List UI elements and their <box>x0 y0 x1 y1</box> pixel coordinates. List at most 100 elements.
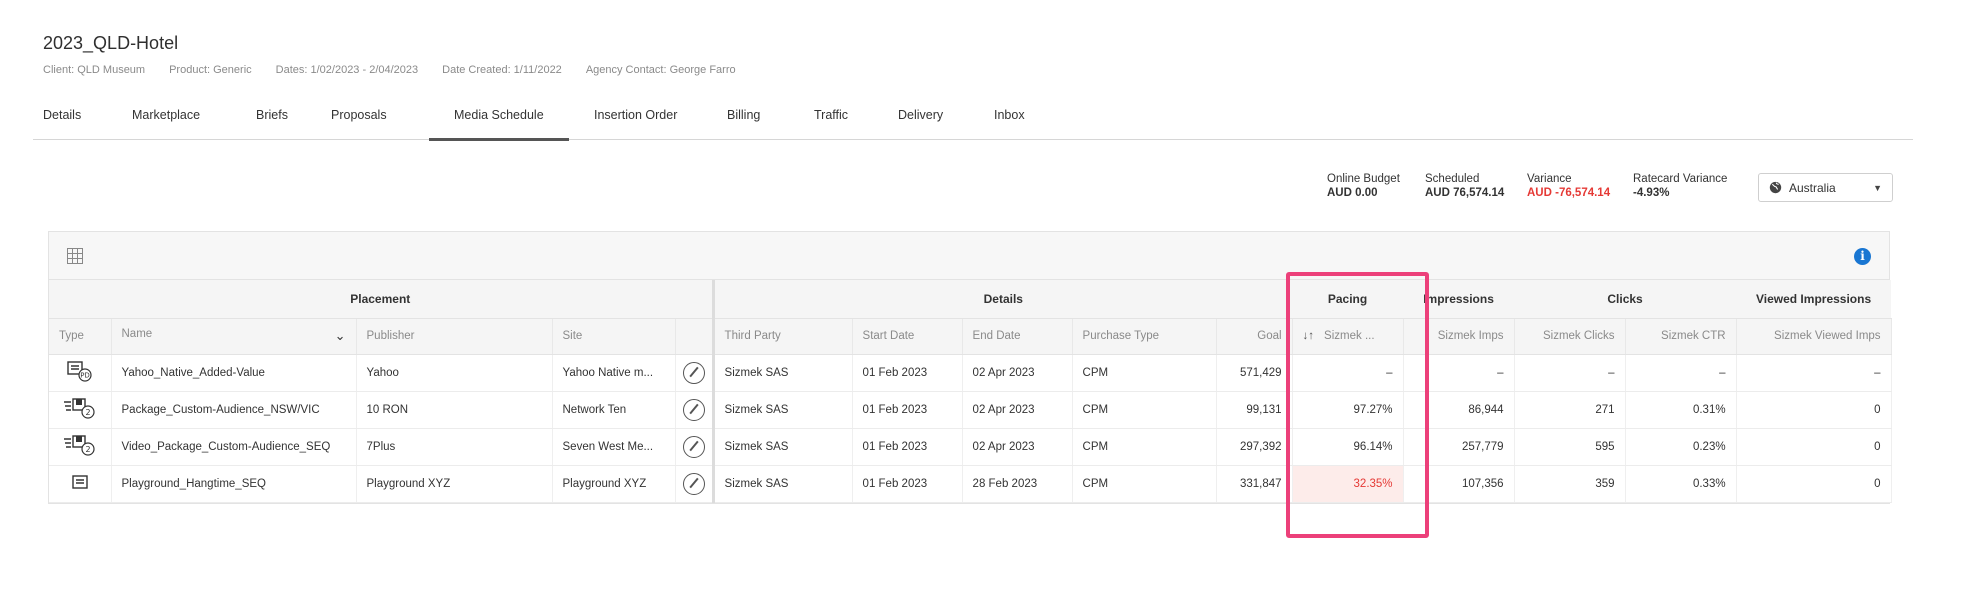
region-value: Australia <box>1789 180 1836 195</box>
group-viewed-impressions: Viewed Impressions <box>1736 280 1892 319</box>
edit-cell <box>675 465 714 503</box>
tab-details[interactable]: Details <box>33 104 122 140</box>
grid-view-icon[interactable] <box>67 248 83 264</box>
col-sizmek-imps[interactable]: Sizmek Imps <box>1403 318 1515 355</box>
col-start-date[interactable]: Start Date <box>852 318 963 355</box>
clicks-cell: – <box>1514 354 1626 392</box>
info-icon[interactable]: i <box>1854 248 1871 265</box>
purchase-type-cell: CPM <box>1072 391 1217 429</box>
goal-cell: 571,429 <box>1216 354 1293 392</box>
ctr-cell: 0.23% <box>1625 428 1737 466</box>
meta-product: Product: Generic <box>169 64 252 76</box>
start-date-cell: 01 Feb 2023 <box>852 428 963 466</box>
third-party-cell: Sizmek SAS <box>711 428 853 466</box>
summary-online-budget: Online Budget AUD 0.00 <box>1327 172 1400 200</box>
publisher-cell: 10 RON <box>356 391 553 429</box>
col-pacing[interactable]: ↓↑ Sizmek ... <box>1292 318 1404 355</box>
viewed-imps-cell: 0 <box>1736 428 1892 466</box>
dropdown-caret-icon: ▼ <box>1873 182 1882 193</box>
edit-pencil-icon[interactable] <box>682 398 705 421</box>
edit-pencil-icon[interactable] <box>682 435 705 458</box>
name-cell: Package_Custom-Audience_NSW/VIC <box>111 391 357 429</box>
col-type[interactable]: Type <box>49 318 112 355</box>
edit-cell <box>675 354 714 392</box>
panel-toolbar: i <box>49 232 1889 280</box>
sort-arrows-icon[interactable]: ↓↑ <box>1303 330 1315 342</box>
purchase-type-cell: CPM <box>1072 428 1217 466</box>
edit-pencil-icon[interactable] <box>682 361 705 384</box>
table-row[interactable]: 2 Video_Package_Custom-Audience_SEQ 7Plu… <box>49 428 1892 466</box>
tab-traffic[interactable]: Traffic <box>789 104 873 140</box>
group-impressions: Impressions <box>1403 280 1515 319</box>
pacing-cell: – <box>1292 354 1404 392</box>
column-header-row: Type Name ⌄ Publisher Site Third Party St… <box>49 318 1892 355</box>
media-schedule-panel: i Placement Details Pacing Impressions C… <box>48 231 1892 504</box>
summary-scheduled: Scheduled AUD 76,574.14 <box>1425 172 1504 200</box>
ctr-cell: – <box>1625 354 1737 392</box>
tab-billing[interactable]: Billing <box>702 104 789 140</box>
col-goal[interactable]: Goal <box>1216 318 1293 355</box>
group-pacing: Pacing <box>1292 280 1404 319</box>
imps-cell: 107,356 <box>1403 465 1515 503</box>
tab-media-schedule[interactable]: Media Schedule <box>429 104 569 141</box>
region-select[interactable]: Australia ▼ <box>1758 173 1893 202</box>
globe-icon <box>1769 181 1782 194</box>
goal-cell: 297,392 <box>1216 428 1293 466</box>
edit-pencil-icon[interactable] <box>682 472 705 495</box>
end-date-cell: 28 Feb 2023 <box>962 465 1073 503</box>
col-sizmek-viewed-imps[interactable]: Sizmek Viewed Imps <box>1736 318 1892 355</box>
col-site[interactable]: Site <box>552 318 676 355</box>
placements-table: Placement Details Pacing Impressions Cli… <box>49 280 1892 503</box>
col-name[interactable]: Name ⌄ <box>111 318 357 355</box>
publisher-cell: 7Plus <box>356 428 553 466</box>
page-title: 2023_QLD-Hotel <box>43 33 179 53</box>
col-third-party[interactable]: Third Party <box>711 318 853 355</box>
col-purchase-type[interactable]: Purchase Type <box>1072 318 1217 355</box>
meta-date-created: Date Created: 1/11/2022 <box>442 64 562 76</box>
col-end-date[interactable]: End Date <box>962 318 1073 355</box>
ctr-cell: 0.31% <box>1625 391 1737 429</box>
scheduled-label: Scheduled <box>1425 173 1480 185</box>
svg-text:PD: PD <box>80 372 90 380</box>
edit-cell <box>675 391 714 429</box>
package-2-icon: 2 <box>63 435 95 456</box>
viewed-imps-cell: – <box>1736 354 1892 392</box>
start-date-cell: 01 Feb 2023 <box>852 465 963 503</box>
col-sizmek-ctr[interactable]: Sizmek CTR <box>1625 318 1737 355</box>
meta-client: Client: QLD Museum <box>43 64 146 76</box>
tab-inbox[interactable]: Inbox <box>969 104 1049 140</box>
clicks-cell: 271 <box>1514 391 1626 429</box>
col-sizmek-clicks[interactable]: Sizmek Clicks <box>1514 318 1626 355</box>
name-cell: Video_Package_Custom-Audience_SEQ <box>111 428 357 466</box>
viewed-imps-cell: 0 <box>1736 465 1892 503</box>
variance-value: AUD -76,574.14 <box>1527 187 1611 199</box>
type-cell: PD <box>49 354 112 392</box>
goal-cell: 331,847 <box>1216 465 1293 503</box>
site-cell: Seven West Me... <box>552 428 676 466</box>
tab-delivery[interactable]: Delivery <box>873 104 969 140</box>
imps-cell: – <box>1403 354 1515 392</box>
online-budget-value: AUD 0.00 <box>1327 187 1378 199</box>
tab-proposals[interactable]: Proposals <box>321 104 429 140</box>
group-placement: Placement <box>49 280 714 319</box>
col-publisher[interactable]: Publisher <box>356 318 553 355</box>
type-cell: 2 <box>49 391 112 429</box>
table-row[interactable]: PD Yahoo_Native_Added-Value Yahoo Yahoo … <box>49 354 1892 392</box>
tab-marketplace[interactable]: Marketplace <box>122 104 246 140</box>
campaign-meta: Client: QLD Museum Product: Generic Date… <box>43 64 760 76</box>
pacing-cell: 32.35% <box>1292 465 1404 503</box>
site-cell: Playground XYZ <box>552 465 676 503</box>
chevron-down-icon[interactable]: ⌄ <box>335 328 346 344</box>
name-cell: Playground_Hangtime_SEQ <box>111 465 357 503</box>
imps-cell: 86,944 <box>1403 391 1515 429</box>
table-row[interactable]: Playground_Hangtime_SEQ Playground XYZ P… <box>49 465 1892 503</box>
meta-agency-contact: Agency Contact: George Farro <box>585 64 736 76</box>
tab-insertion-order[interactable]: Insertion Order <box>569 104 702 140</box>
table-row[interactable]: 2 Package_Custom-Audience_NSW/VIC 10 RON… <box>49 391 1892 429</box>
col-pacing-label: Sizmek ... <box>1324 330 1375 342</box>
summary-ratecard-variance: Ratecard Variance -4.93% <box>1633 172 1727 200</box>
clicks-cell: 595 <box>1514 428 1626 466</box>
tab-briefs[interactable]: Briefs <box>246 104 321 140</box>
ratecard-variance-label: Ratecard Variance <box>1633 173 1728 185</box>
tab-bar: Details Marketplace Briefs Proposals Med… <box>33 104 1913 141</box>
